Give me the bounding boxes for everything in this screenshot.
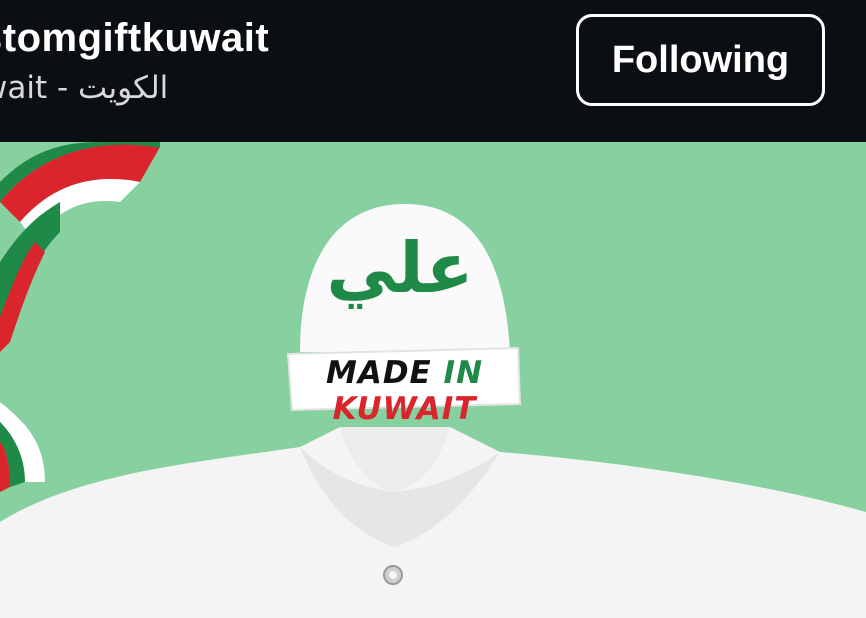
profile-username[interactable]: stomgiftkuwait — [0, 16, 269, 61]
band-word-in: IN — [443, 355, 484, 391]
profile-location: wait - الكويت — [0, 70, 169, 106]
made-in-kuwait-text: MADE IN KUWAIT — [292, 355, 517, 427]
profile-header: stomgiftkuwait wait - الكويت Following — [0, 0, 866, 142]
following-button[interactable]: Following — [576, 14, 825, 106]
band-word-made: MADE — [325, 355, 432, 391]
post-image[interactable]: علي MADE IN KUWAIT — [0, 142, 866, 618]
snap-button-center — [389, 571, 397, 579]
band-word-kuwait: KUWAIT — [332, 391, 477, 427]
hat-name-text: علي — [326, 227, 474, 309]
